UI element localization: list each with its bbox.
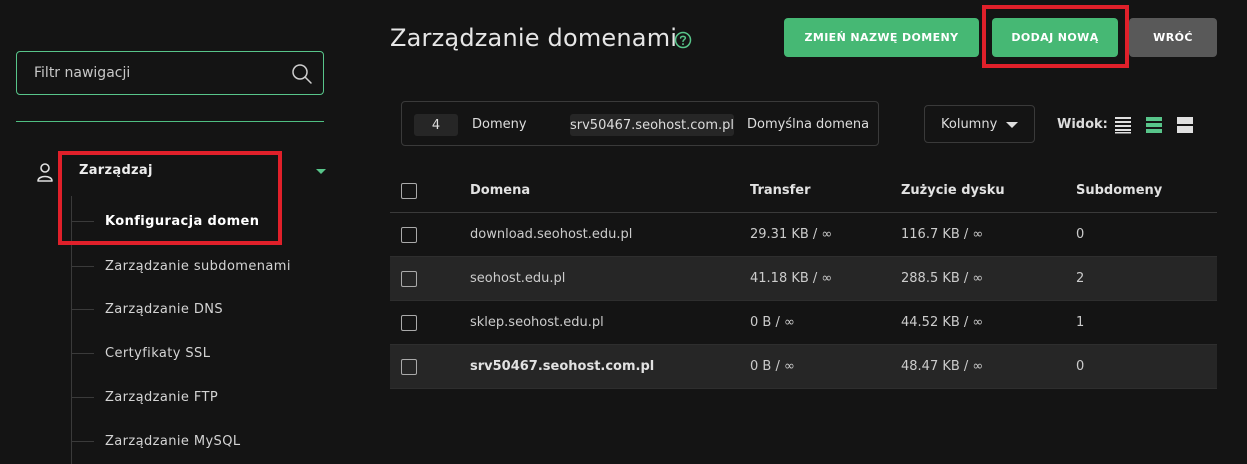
sidebar-item-ftp[interactable]: Zarządzanie FTP (72, 383, 332, 411)
row-checkbox[interactable] (401, 315, 417, 331)
sidebar: Zarządzaj Konfiguracja domen Zarządzanie… (0, 0, 345, 464)
cell-disk: 116.7 KB / ∞ (901, 227, 984, 242)
sidebar-item-label: Konfiguracja domen (105, 213, 260, 229)
help-icon[interactable] (674, 31, 692, 49)
cell-domain: download.seohost.edu.pl (470, 227, 633, 242)
cell-disk: 48.47 KB / ∞ (901, 359, 984, 374)
column-header-transfer[interactable]: Transfer (750, 183, 811, 198)
menu-section-label: Zarządzaj (79, 163, 153, 178)
tree-branch (72, 440, 94, 442)
menu-section-manage[interactable]: Zarządzaj (30, 156, 330, 188)
table-row[interactable]: seohost.edu.pl 41.18 KB / ∞ 288.5 KB / ∞… (390, 257, 1217, 301)
view-label: Widok: (1057, 117, 1108, 132)
cell-disk: 288.5 KB / ∞ (901, 271, 984, 286)
columns-dropdown-label: Kolumny (941, 116, 998, 132)
sidebar-item-label: Zarządzanie subdomenami (105, 258, 291, 274)
cell-transfer: 0 B / ∞ (750, 359, 795, 374)
row-checkbox[interactable] (401, 227, 417, 243)
row-checkbox[interactable] (401, 271, 417, 287)
column-header-subdomains[interactable]: Subdomeny (1076, 183, 1162, 198)
sidebar-item-label: Zarządzanie FTP (105, 389, 219, 405)
search-icon[interactable] (291, 63, 313, 85)
tree-branch (72, 352, 94, 354)
row-checkbox[interactable] (401, 359, 417, 375)
caret-down-icon[interactable] (316, 169, 326, 174)
cell-transfer: 29.31 KB / ∞ (750, 227, 833, 242)
table-header: Domena Transfer Zużycie dysku Subdomeny (390, 170, 1217, 213)
table-row[interactable]: sklep.seohost.edu.pl 0 B / ∞ 44.52 KB / … (390, 301, 1217, 345)
tree-branch (72, 308, 94, 310)
sidebar-item-ssl[interactable]: Certyfikaty SSL (72, 339, 332, 367)
caret-down-icon (1006, 122, 1018, 128)
cell-domain: sklep.seohost.edu.pl (470, 315, 604, 330)
sidebar-item-label: Zarządzanie MySQL (105, 433, 241, 449)
sidebar-divider (16, 121, 324, 122)
column-header-domain[interactable]: Domena (470, 183, 530, 198)
rename-domain-button[interactable]: ZMIEŃ NAZWĘ DOMENY (784, 18, 979, 57)
view-list-icon[interactable] (1114, 116, 1132, 134)
navigation-filter-input[interactable] (17, 52, 277, 94)
sidebar-item-dns[interactable]: Zarządzanie DNS (72, 295, 332, 323)
add-new-button[interactable]: DODAJ NOWĄ (992, 18, 1118, 57)
user-icon (37, 163, 53, 182)
sidebar-item-mysql[interactable]: Zarządzanie MySQL (72, 427, 332, 455)
default-domain-label: Domyślna domena (747, 117, 870, 132)
view-compact-icon[interactable] (1145, 116, 1163, 134)
default-domain-value: srv50467.seohost.com.pl (570, 114, 734, 136)
sidebar-item-subdomains[interactable]: Zarządzanie subdomenami (72, 252, 332, 280)
domains-table: Domena Transfer Zużycie dysku Subdomeny … (390, 170, 1217, 389)
cell-subdomains: 0 (1076, 227, 1085, 242)
tree-branch (72, 396, 94, 398)
cell-subdomains: 1 (1076, 315, 1085, 330)
table-row[interactable]: download.seohost.edu.pl 29.31 KB / ∞ 116… (390, 213, 1217, 257)
cell-disk: 44.52 KB / ∞ (901, 315, 984, 330)
sidebar-item-label: Zarządzanie DNS (105, 301, 224, 317)
cell-domain: seohost.edu.pl (470, 271, 566, 286)
sidebar-item-domain-config[interactable]: Konfiguracja domen (72, 207, 332, 235)
tree-line (71, 196, 72, 464)
domain-summary: 4 Domeny srv50467.seohost.com.pl Domyśln… (401, 101, 879, 146)
domain-count: 4 (414, 114, 458, 136)
domain-count-label: Domeny (472, 117, 527, 132)
tree-branch (72, 220, 94, 222)
cell-transfer: 41.18 KB / ∞ (750, 271, 833, 286)
column-header-disk[interactable]: Zużycie dysku (901, 183, 1005, 198)
sidebar-item-label: Certyfikaty SSL (105, 345, 211, 361)
table-row[interactable]: srv50467.seohost.com.pl 0 B / ∞ 48.47 KB… (390, 345, 1217, 389)
cell-transfer: 0 B / ∞ (750, 315, 795, 330)
select-all-checkbox[interactable] (401, 183, 417, 199)
page-title: Zarządzanie domenami (390, 24, 678, 52)
cell-subdomains: 2 (1076, 271, 1085, 286)
cell-subdomains: 0 (1076, 359, 1085, 374)
cell-domain: srv50467.seohost.com.pl (470, 359, 655, 374)
back-button[interactable]: WRÓĆ (1129, 18, 1217, 57)
navigation-filter (16, 51, 324, 95)
tree-branch (72, 265, 94, 267)
columns-dropdown[interactable]: Kolumny (924, 105, 1035, 143)
view-grid-icon[interactable] (1176, 116, 1194, 134)
